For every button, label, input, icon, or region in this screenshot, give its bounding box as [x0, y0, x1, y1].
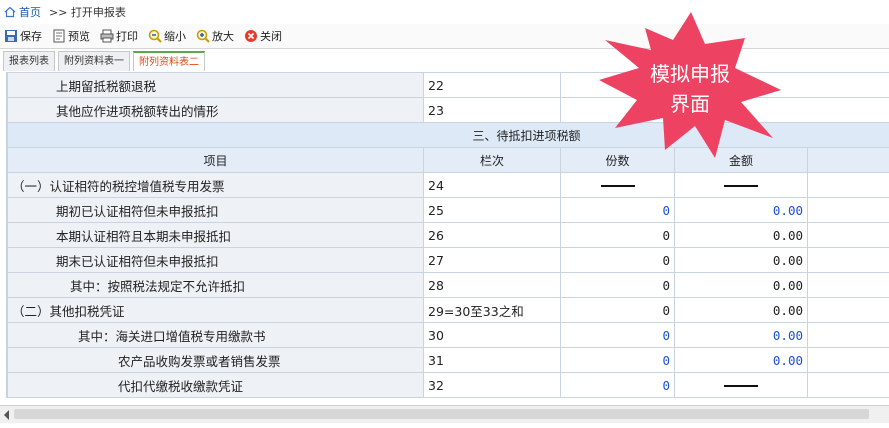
print-button[interactable]: 打印 — [100, 28, 138, 44]
zoom-in-button[interactable]: 放大 — [196, 28, 234, 44]
close-label: 关闭 — [260, 30, 282, 43]
simulation-badge: 模拟申报 界面 — [595, 10, 785, 160]
print-label: 打印 — [116, 30, 138, 43]
amount-cell[interactable]: 0.00 — [674, 247, 808, 273]
zoom-in-icon — [196, 29, 210, 43]
count-cell[interactable] — [560, 172, 675, 198]
row-label: 农产品收购发票或者销售发票 — [7, 347, 424, 373]
tab-attachment-1[interactable]: 附列资料表一 — [58, 51, 130, 71]
row-label: 其他应作进项税额转出的情形 — [7, 97, 424, 123]
scroll-left-arrow-icon[interactable] — [4, 410, 9, 420]
count-cell[interactable]: 0 — [560, 372, 675, 398]
tax-cell[interactable] — [807, 297, 889, 323]
save-icon — [5, 30, 17, 42]
printer-icon — [100, 29, 114, 43]
row-label: 期初已认证相符但未申报抵扣 — [7, 197, 424, 223]
row-label: （一）认证相符的税控增值税专用发票 — [7, 172, 424, 198]
dash-mark — [724, 185, 758, 187]
row-label: 期末已认证相符但未申报抵扣 — [7, 247, 424, 273]
zoom-out-label: 缩小 — [164, 30, 186, 43]
table-row: （一）认证相符的税控增值税专用发票 24 — [7, 172, 889, 198]
row-index: 32 — [423, 372, 561, 398]
count-cell[interactable]: 0 — [560, 297, 675, 323]
row-label: 上期留抵税额退税 — [7, 72, 424, 98]
table-row: 本期认证相符且本期未申报抵扣 26 0 0.00 — [7, 222, 889, 248]
row-label: 本期认证相符且本期未申报抵扣 — [7, 222, 424, 248]
save-button[interactable]: 保存 — [4, 28, 42, 44]
header-tax: 税 — [807, 147, 889, 173]
home-label[interactable]: 首页 — [19, 4, 41, 20]
amount-cell[interactable] — [674, 372, 808, 398]
report-tabs: 报表列表 附列资料表一 附列资料表二 — [0, 50, 205, 71]
tax-cell[interactable] — [807, 222, 889, 248]
close-icon — [245, 30, 257, 42]
row-index: 24 — [423, 172, 561, 198]
tax-cell[interactable] — [807, 372, 889, 398]
table-row: 其中：海关进口增值税专用缴款书 30 0 0.00 — [7, 322, 889, 348]
tab-report-list[interactable]: 报表列表 — [3, 51, 55, 71]
save-label: 保存 — [20, 30, 42, 43]
row-index: 25 — [423, 197, 561, 223]
home-icon — [4, 6, 16, 18]
count-cell[interactable]: 0 — [560, 347, 675, 373]
amount-cell[interactable]: 0.00 — [674, 347, 808, 373]
row-index: 29=30至33之和 — [423, 297, 561, 323]
zoom-in-label: 放大 — [212, 30, 234, 43]
row-index: 30 — [423, 322, 561, 348]
tab-attachment-2[interactable]: 附列资料表二 — [133, 51, 205, 71]
preview-label: 预览 — [68, 30, 90, 43]
table-row: 期末已认证相符但未申报抵扣 27 0 0.00 — [7, 247, 889, 273]
tax-cell[interactable] — [807, 247, 889, 273]
close-button[interactable]: 关闭 — [244, 28, 282, 44]
tax-cell[interactable] — [807, 172, 889, 198]
count-cell[interactable]: 0 — [560, 247, 675, 273]
zoom-out-button[interactable]: 缩小 — [148, 28, 186, 44]
home-link[interactable]: 首页 — [4, 4, 41, 20]
amount-cell[interactable]: 0.00 — [674, 197, 808, 223]
horizontal-scrollbar[interactable] — [0, 405, 889, 423]
row-index: 27 — [423, 247, 561, 273]
count-cell[interactable]: 0 — [560, 322, 675, 348]
badge-line-2: 界面 — [670, 92, 710, 116]
table-row: 代扣代缴税收缴款凭证 32 0 — [7, 372, 889, 398]
row-index: 26 — [423, 222, 561, 248]
count-cell[interactable]: 0 — [560, 272, 675, 298]
row-index: 22 — [423, 72, 561, 98]
table-row: （二）其他扣税凭证 29=30至33之和 0 0.00 — [7, 297, 889, 323]
amount-cell[interactable]: 0.00 — [674, 222, 808, 248]
zoom-out-icon — [148, 29, 162, 43]
header-item: 项目 — [7, 147, 424, 173]
header-index: 栏次 — [423, 147, 561, 173]
preview-button[interactable]: 预览 — [52, 28, 90, 44]
badge-line-1: 模拟申报 — [650, 62, 730, 86]
tax-cell[interactable] — [807, 272, 889, 298]
count-cell[interactable]: 0 — [560, 222, 675, 248]
amount-cell[interactable]: 0.00 — [674, 322, 808, 348]
dash-mark — [724, 385, 758, 387]
row-index: 28 — [423, 272, 561, 298]
row-label: 其中：按照税法规定不允许抵扣 — [7, 272, 424, 298]
tax-cell[interactable] — [807, 322, 889, 348]
amount-cell[interactable] — [674, 172, 808, 198]
row-label: （二）其他扣税凭证 — [7, 297, 424, 323]
dash-mark — [600, 185, 635, 187]
amount-cell[interactable]: 0.00 — [674, 297, 808, 323]
table-row: 期初已认证相符但未申报抵扣 25 0 0.00 — [7, 197, 889, 223]
preview-icon — [53, 29, 65, 43]
table-row: 农产品收购发票或者销售发票 31 0 0.00 — [7, 347, 889, 373]
table-row: 其中：按照税法规定不允许抵扣 28 0 0.00 — [7, 272, 889, 298]
amount-cell[interactable]: 0.00 — [674, 272, 808, 298]
tax-cell[interactable] — [807, 347, 889, 373]
row-label: 其中：海关进口增值税专用缴款书 — [7, 322, 424, 348]
count-cell[interactable]: 0 — [560, 197, 675, 223]
current-page-label: >> 打开申报表 — [49, 6, 126, 19]
tax-cell[interactable] — [807, 197, 889, 223]
row-index: 23 — [423, 97, 561, 123]
scrollbar-thumb[interactable] — [14, 409, 869, 419]
row-label: 代扣代缴税收缴款凭证 — [7, 372, 424, 398]
row-index: 31 — [423, 347, 561, 373]
